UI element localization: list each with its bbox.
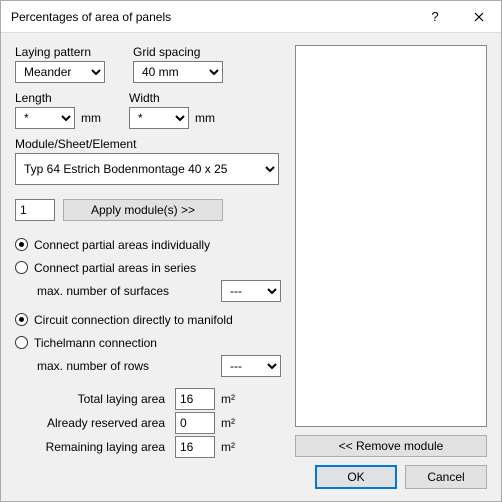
client-area: Laying pattern Meander Grid spacing 40 m… [1,33,501,501]
dialog-window: Percentages of area of panels ? Laying p… [0,0,502,502]
cancel-button[interactable]: Cancel [405,465,487,489]
remaining-area-value[interactable] [175,436,215,458]
titlebar: Percentages of area of panels ? [1,1,501,33]
max-surfaces-select[interactable]: --- [221,280,281,302]
right-column: << Remove module OK Cancel [295,45,487,489]
radio-partial-individually[interactable]: Connect partial areas individually [15,233,281,256]
radio-circuit-tichelmann[interactable]: Tichelmann connection [15,331,281,354]
apply-module-button[interactable]: Apply module(s) >> [63,199,223,221]
total-area-value[interactable] [175,388,215,410]
radio-circuit-direct[interactable]: Circuit connection directly to manifold [15,308,281,331]
window-title: Percentages of area of panels [11,10,413,24]
left-column: Laying pattern Meander Grid spacing 40 m… [15,45,281,489]
close-icon [474,12,484,22]
max-rows-select[interactable]: --- [221,355,281,377]
radio-partial-series[interactable]: Connect partial areas in series [15,256,281,279]
module-list[interactable] [295,45,487,427]
width-unit: mm [195,111,215,125]
radio-icon [15,336,28,349]
apply-count-input[interactable] [15,199,55,221]
grid-spacing-select[interactable]: 40 mm [133,61,223,83]
remaining-area-unit: m² [221,440,235,454]
radio-label: Connect partial areas individually [34,238,210,252]
grid-spacing-label: Grid spacing [133,45,223,59]
radio-icon [15,261,28,274]
reserved-area-label: Already reserved area [15,416,165,430]
reserved-area-value[interactable] [175,412,215,434]
remove-module-button[interactable]: << Remove module [295,435,487,457]
length-select[interactable]: * [15,107,75,129]
help-button[interactable]: ? [413,1,457,33]
width-select[interactable]: * [129,107,189,129]
radio-label: Connect partial areas in series [34,261,196,275]
ok-button[interactable]: OK [315,465,397,489]
total-area-label: Total laying area [15,392,165,406]
module-select[interactable]: Typ 64 Estrich Bodenmontage 40 x 25 [15,153,279,185]
remaining-area-label: Remaining laying area [15,440,165,454]
stats-block: Total laying area m² Already reserved ar… [15,387,281,459]
reserved-area-unit: m² [221,416,235,430]
laying-pattern-select[interactable]: Meander [15,61,105,83]
laying-pattern-label: Laying pattern [15,45,105,59]
radio-icon [15,313,28,326]
width-label: Width [129,91,215,105]
total-area-unit: m² [221,392,235,406]
radio-icon [15,238,28,251]
max-rows-label: max. number of rows [37,359,215,373]
radio-label: Circuit connection directly to manifold [34,313,233,327]
close-button[interactable] [457,1,501,33]
max-surfaces-label: max. number of surfaces [37,284,215,298]
module-label: Module/Sheet/Element [15,137,281,151]
length-label: Length [15,91,101,105]
radio-label: Tichelmann connection [34,336,157,350]
length-unit: mm [81,111,101,125]
